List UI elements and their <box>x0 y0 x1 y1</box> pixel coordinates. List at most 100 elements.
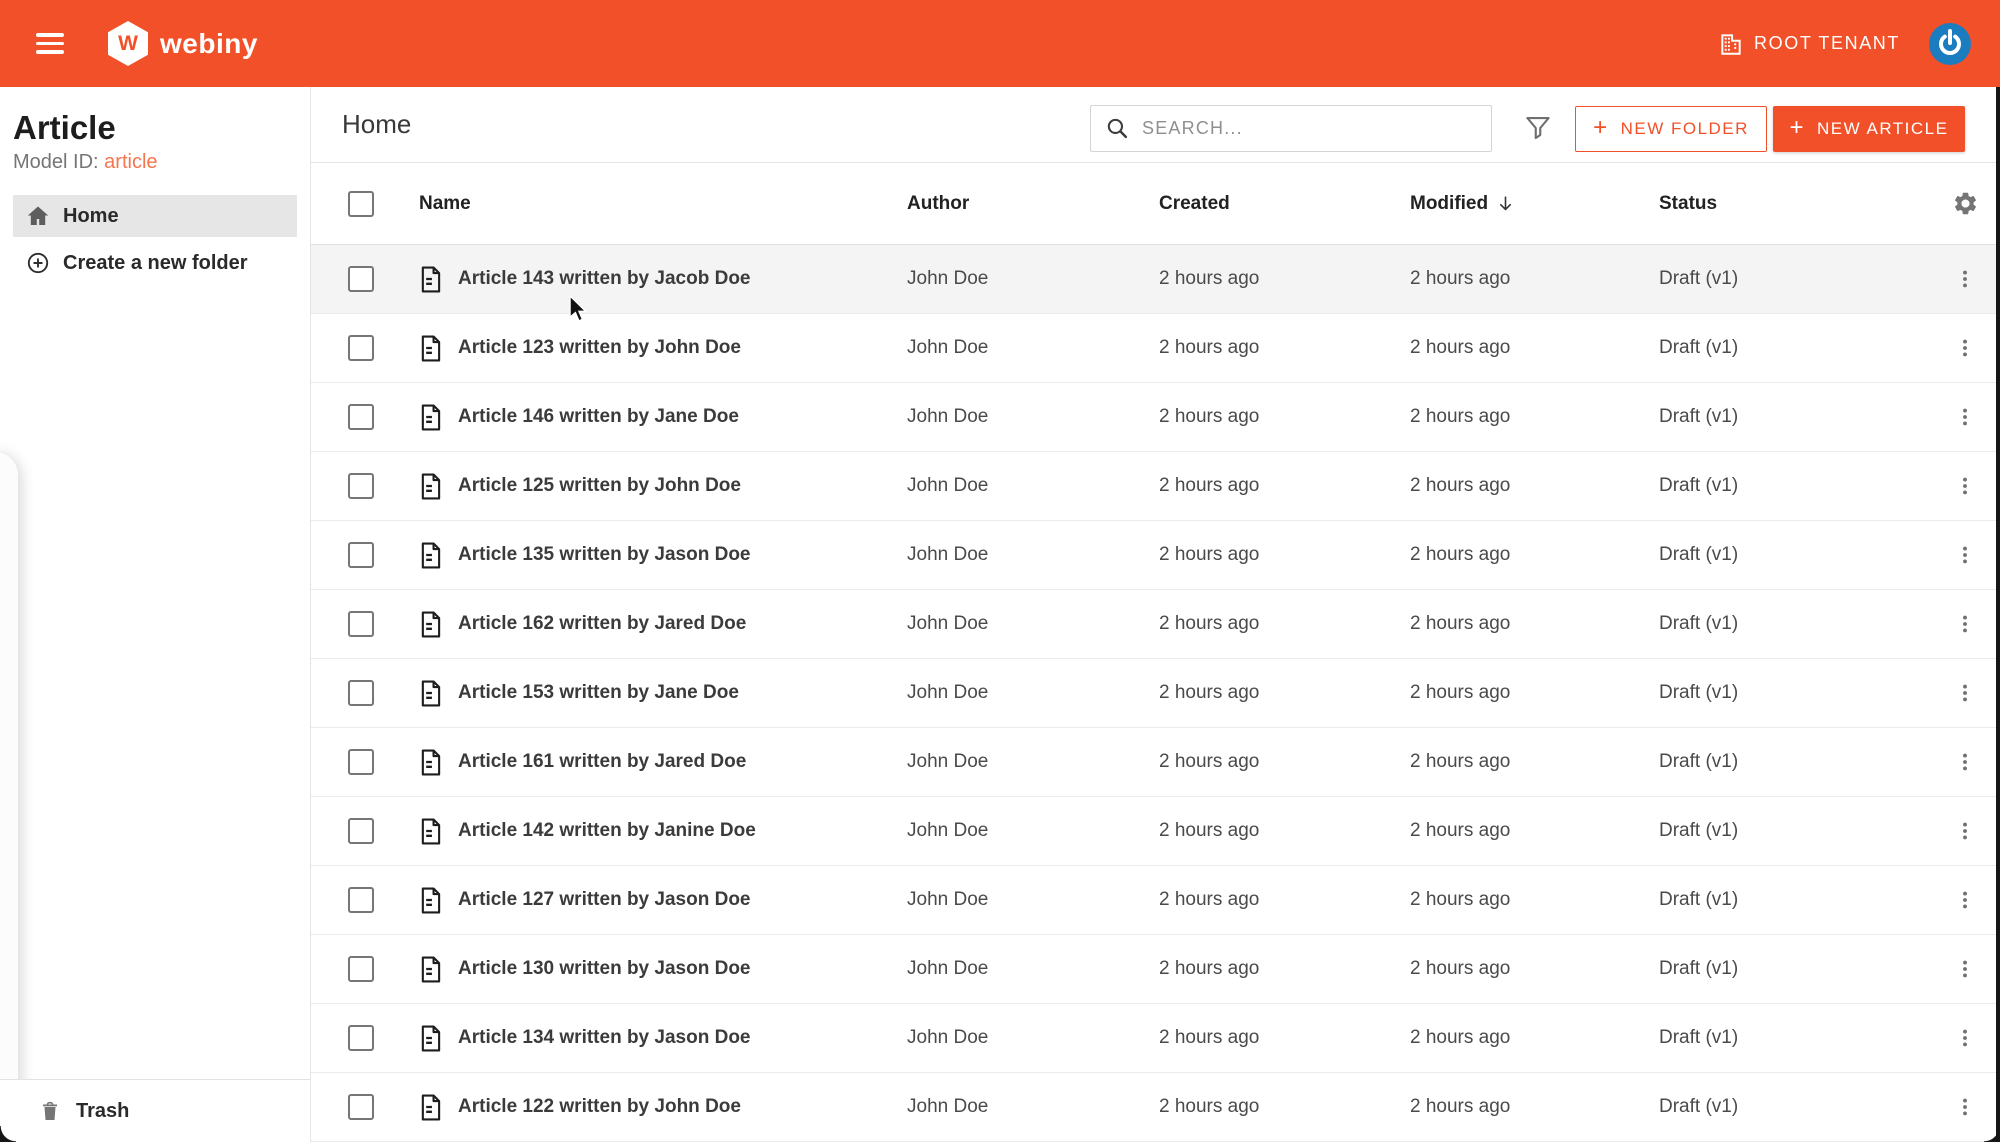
document-icon <box>419 955 442 983</box>
document-icon <box>419 748 442 776</box>
kebab-menu-icon[interactable] <box>1948 331 1982 365</box>
row-checkbox[interactable] <box>348 956 374 982</box>
article-title[interactable]: Article 127 written by Jason Doe <box>458 889 751 911</box>
row-checkbox[interactable] <box>348 542 374 568</box>
webiny-logo[interactable]: W webiny <box>108 21 258 66</box>
window-corner <box>0 1126 16 1142</box>
webiny-logo-letter: W <box>118 31 138 55</box>
column-header-status[interactable]: Status <box>1659 193 1946 215</box>
status-badge: Draft (v1) <box>1659 613 1739 634</box>
article-title[interactable]: Article 162 written by Jared Doe <box>458 613 746 635</box>
document-icon <box>419 1093 442 1121</box>
sidebar-item-trash[interactable]: Trash <box>0 1079 310 1142</box>
article-title[interactable]: Article 130 written by Jason Doe <box>458 958 751 980</box>
article-title[interactable]: Article 134 written by Jason Doe <box>458 1027 751 1049</box>
article-title[interactable]: Article 123 written by John Doe <box>458 337 741 359</box>
column-header-modified[interactable]: Modified <box>1410 193 1659 215</box>
table-row[interactable]: Article 130 written by Jason Doe John Do… <box>311 935 2000 1004</box>
document-icon <box>419 265 442 293</box>
table-row[interactable]: Article 153 written by Jane Doe John Doe… <box>311 659 2000 728</box>
row-checkbox[interactable] <box>348 818 374 844</box>
created-cell: 2 hours ago <box>1159 889 1260 910</box>
table-row[interactable]: Article 146 written by Jane Doe John Doe… <box>311 383 2000 452</box>
sidebar-item-home[interactable]: Home <box>13 195 297 237</box>
created-cell: 2 hours ago <box>1159 958 1260 979</box>
article-title[interactable]: Article 125 written by John Doe <box>458 475 741 497</box>
created-cell: 2 hours ago <box>1159 268 1260 289</box>
document-icon <box>419 817 442 845</box>
kebab-menu-icon[interactable] <box>1948 1090 1982 1124</box>
row-checkbox[interactable] <box>348 680 374 706</box>
table-row[interactable]: Article 127 written by Jason Doe John Do… <box>311 866 2000 935</box>
article-title[interactable]: Article 122 written by John Doe <box>458 1096 741 1118</box>
webiny-admin-window: W webiny ROOT TENANT Article Model ID: a… <box>0 0 2000 1142</box>
hamburger-menu-icon[interactable] <box>36 28 64 59</box>
article-title[interactable]: Article 146 written by Jane Doe <box>458 406 739 428</box>
kebab-menu-icon[interactable] <box>1948 745 1982 779</box>
filter-icon[interactable] <box>1519 109 1557 147</box>
column-header-author[interactable]: Author <box>907 193 1159 215</box>
kebab-menu-icon[interactable] <box>1948 538 1982 572</box>
row-checkbox[interactable] <box>348 266 374 292</box>
document-icon <box>419 679 442 707</box>
row-checkbox[interactable] <box>348 749 374 775</box>
table-row[interactable]: Article 162 written by Jared Doe John Do… <box>311 590 2000 659</box>
gear-icon[interactable] <box>1948 187 1982 221</box>
kebab-menu-icon[interactable] <box>1948 883 1982 917</box>
top-app-bar: W webiny ROOT TENANT <box>0 0 2000 87</box>
row-checkbox[interactable] <box>348 887 374 913</box>
kebab-menu-icon[interactable] <box>1948 952 1982 986</box>
user-avatar[interactable] <box>1928 22 1972 66</box>
created-cell: 2 hours ago <box>1159 751 1260 772</box>
search-input[interactable] <box>1142 106 1491 151</box>
column-header-name[interactable]: Name <box>419 193 907 215</box>
kebab-menu-icon[interactable] <box>1948 607 1982 641</box>
article-title[interactable]: Article 135 written by Jason Doe <box>458 544 751 566</box>
row-checkbox[interactable] <box>348 404 374 430</box>
select-all-checkbox[interactable] <box>348 190 374 217</box>
row-checkbox[interactable] <box>348 1094 374 1120</box>
table-row[interactable]: Article 143 written by Jacob Doe John Do… <box>311 245 2000 314</box>
status-badge: Draft (v1) <box>1659 958 1739 979</box>
new-article-button[interactable]: + NEW ARTICLE <box>1773 106 1965 152</box>
modified-cell: 2 hours ago <box>1410 958 1511 979</box>
kebab-menu-icon[interactable] <box>1948 676 1982 710</box>
row-checkbox[interactable] <box>348 473 374 499</box>
kebab-menu-icon[interactable] <box>1948 400 1982 434</box>
article-title[interactable]: Article 143 written by Jacob Doe <box>458 268 751 290</box>
row-checkbox[interactable] <box>348 1025 374 1051</box>
tenant-selector[interactable]: ROOT TENANT <box>1718 31 1900 57</box>
table-row[interactable]: Article 161 written by Jared Doe John Do… <box>311 728 2000 797</box>
table-row[interactable]: Article 123 written by John Doe John Doe… <box>311 314 2000 383</box>
table-row[interactable]: Article 142 written by Janine Doe John D… <box>311 797 2000 866</box>
scrollbar[interactable] <box>1996 87 2000 1142</box>
column-header-created[interactable]: Created <box>1159 193 1410 215</box>
table-row[interactable]: Article 134 written by Jason Doe John Do… <box>311 1004 2000 1073</box>
kebab-menu-icon[interactable] <box>1948 1021 1982 1055</box>
kebab-menu-icon[interactable] <box>1948 814 1982 848</box>
table-row[interactable]: Article 125 written by John Doe John Doe… <box>311 452 2000 521</box>
modified-cell: 2 hours ago <box>1410 820 1511 841</box>
created-cell: 2 hours ago <box>1159 1027 1260 1048</box>
article-title[interactable]: Article 153 written by Jane Doe <box>458 682 739 704</box>
model-id-label: Model ID: <box>13 151 99 173</box>
new-folder-button[interactable]: + NEW FOLDER <box>1575 106 1767 152</box>
new-folder-label: NEW FOLDER <box>1620 119 1749 138</box>
article-title[interactable]: Article 161 written by Jared Doe <box>458 751 746 773</box>
created-cell: 2 hours ago <box>1159 337 1260 358</box>
sidebar-item-create-folder[interactable]: Create a new folder <box>13 242 297 284</box>
table-row[interactable]: Article 135 written by Jason Doe John Do… <box>311 521 2000 590</box>
article-title[interactable]: Article 142 written by Janine Doe <box>458 820 756 842</box>
kebab-menu-icon[interactable] <box>1948 469 1982 503</box>
row-checkbox[interactable] <box>348 611 374 637</box>
modified-cell: 2 hours ago <box>1410 268 1511 289</box>
window-corner <box>1984 1126 2000 1142</box>
toolbar: Home + NEW FOLDER + <box>311 87 2000 163</box>
table-row[interactable]: Article 122 written by John Doe John Doe… <box>311 1073 2000 1142</box>
row-checkbox[interactable] <box>348 335 374 361</box>
kebab-menu-icon[interactable] <box>1948 262 1982 296</box>
model-id-value[interactable]: article <box>104 151 157 173</box>
sidebar-item-label: Trash <box>76 1099 130 1122</box>
author-cell: John Doe <box>907 889 989 910</box>
modified-cell: 2 hours ago <box>1410 889 1511 910</box>
